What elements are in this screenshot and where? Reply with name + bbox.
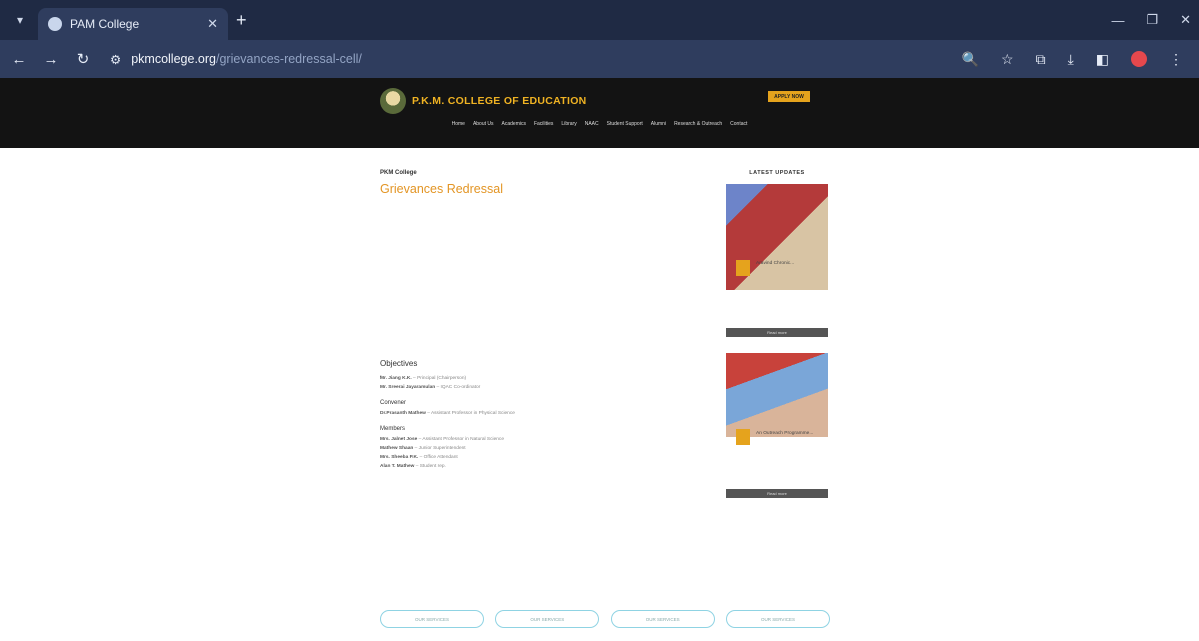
coordinator-role: IQAC Co-ordinator: [440, 385, 481, 390]
service-pill-button[interactable]: OUR SERVICES: [495, 610, 600, 628]
nav-facilities[interactable]: Facilities: [534, 121, 553, 127]
member-role: Office Attendant: [423, 455, 458, 460]
zoom-icon[interactable]: 🔍: [962, 51, 979, 68]
read-more-button[interactable]: Read more: [726, 328, 828, 337]
date-badge: [736, 260, 750, 276]
date-badge: [736, 429, 750, 445]
sidebar-title: LATEST UPDATES: [749, 170, 805, 176]
members-heading: Members: [380, 426, 406, 432]
forward-icon[interactable]: →: [42, 51, 60, 68]
page-body: PKM College Grievances Redressal Objecti…: [0, 148, 1199, 641]
update-card-excerpt: [726, 290, 828, 328]
coordinator-name: Mr. Sreerai Jayaramulan: [380, 385, 436, 390]
download-icon[interactable]: ⤓: [1068, 51, 1074, 68]
principal-name: Mr. Jiang K.K.: [380, 376, 412, 381]
close-window-icon[interactable]: ✕: [1180, 12, 1191, 28]
url-path: /grievances-redressal-cell/: [215, 52, 362, 66]
member-role: Student rep.: [419, 464, 446, 469]
update-card[interactable]: An Outreach Programme... Read more: [726, 353, 828, 498]
member-entry: Mrs. Sheeba P.K. – Office Attendant: [380, 455, 458, 460]
window-controls: — ❐ ✕: [1111, 0, 1191, 40]
favicon-icon: [48, 17, 62, 31]
service-pill-button[interactable]: OUR SERVICES: [725, 610, 830, 628]
nav-library[interactable]: Library: [561, 121, 576, 127]
url-host: pkmcollege.org: [131, 52, 216, 66]
main-content: PKM College Grievances Redressal Objecti…: [380, 170, 692, 471]
update-card[interactable]: Aravind Chronic... Read more: [726, 184, 828, 337]
member-name: Mathew Shaan: [380, 446, 414, 451]
member-entry: Mathew Shaan – Junior Superintendent: [380, 446, 466, 451]
member-role: Junior Superintendent: [418, 446, 466, 451]
nav-alumni[interactable]: Alumni: [651, 121, 666, 127]
browser-tab[interactable]: PAM College ✕: [38, 8, 228, 40]
page-title: Grievances Redressal: [380, 182, 503, 196]
nav-home[interactable]: Home: [452, 121, 465, 127]
member-name: Mrs. Jalnet Jose: [380, 437, 418, 442]
site-header: P.K.M. COLLEGE OF EDUCATION APPLY NOW Ho…: [0, 78, 1199, 148]
member-name: Alan T. Mathew: [380, 464, 415, 469]
sidebar-latest-updates: LATEST UPDATES Aravind Chronic... Read m…: [726, 170, 828, 498]
convener-entry: Dr.Prasanth Mathew – Assistant Professor…: [380, 411, 515, 416]
apply-now-button[interactable]: APPLY NOW: [768, 91, 810, 102]
convener-heading: Convener: [380, 400, 407, 406]
tab-search-icon[interactable]: ▾: [10, 10, 30, 30]
extensions-icon[interactable]: ⧉: [1036, 51, 1046, 68]
member-entry: Mrs. Jalnet Jose – Assistant Professor i…: [380, 437, 504, 442]
service-pill-button[interactable]: OUR SERVICES: [380, 610, 484, 628]
college-name[interactable]: P.K.M. COLLEGE OF EDUCATION: [412, 95, 587, 107]
profile-avatar[interactable]: [1131, 51, 1147, 67]
nav-contact[interactable]: Contact: [730, 121, 747, 127]
member-role: Assistant Professor in Natural Science: [422, 437, 504, 442]
member-entry: Alan T. Mathew – Student rep.: [380, 464, 446, 469]
update-card-title[interactable]: Aravind Chronic...: [756, 261, 820, 267]
nav-naac[interactable]: NAAC: [585, 121, 599, 127]
objectives-heading: Objectives: [380, 359, 418, 368]
menu-icon[interactable]: ⋮: [1169, 51, 1183, 68]
tab-title: PAM College: [70, 17, 140, 31]
nav-about[interactable]: About Us: [473, 121, 494, 127]
breadcrumb[interactable]: PKM College: [380, 170, 692, 176]
close-tab-icon[interactable]: ✕: [207, 16, 218, 32]
browser-tabbar: ▾ PAM College ✕ + — ❐ ✕: [0, 0, 1199, 40]
read-more-button[interactable]: Read more: [726, 489, 828, 498]
service-pill-button[interactable]: OUR SERVICES: [610, 610, 715, 628]
coordinator-entry: Mr. Sreerai Jayaramulan – IQAC Co-ordina…: [380, 385, 481, 390]
address-bar[interactable]: ⚙ pkmcollege.org/grievances-redressal-ce…: [106, 46, 948, 72]
principal-role: Principal (Chairperson): [417, 376, 467, 381]
side-panel-icon[interactable]: ◧: [1096, 51, 1109, 68]
new-tab-icon[interactable]: +: [236, 10, 247, 31]
toolbar-icons: 🔍 ☆ ⧉ ⤓ ◧ ⋮: [962, 51, 1189, 68]
bookmark-star-icon[interactable]: ☆: [1001, 51, 1014, 68]
nav-research[interactable]: Research & Outreach: [674, 121, 722, 127]
nav-academics[interactable]: Academics: [502, 121, 526, 127]
principal-entry: Mr. Jiang K.K. – Principal (Chairperson): [380, 376, 467, 381]
update-card-title[interactable]: An Outreach Programme...: [756, 431, 820, 437]
intro-paragraph: [380, 201, 692, 353]
reload-icon[interactable]: ↻: [74, 50, 92, 68]
minimize-icon[interactable]: —: [1111, 13, 1124, 28]
update-card-image[interactable]: [726, 353, 828, 437]
back-icon[interactable]: ←: [10, 51, 28, 68]
member-name: Mrs. Sheeba P.K.: [380, 455, 419, 460]
nav-student-support[interactable]: Student Support: [607, 121, 643, 127]
restore-icon[interactable]: ❐: [1146, 12, 1158, 28]
convener-role: Assistant Professor in Physical Science: [430, 411, 515, 416]
convener-name: Dr.Prasanth Mathew: [380, 411, 426, 416]
college-logo[interactable]: [380, 88, 406, 114]
services-buttons-row: OUR SERVICES OUR SERVICES OUR SERVICES O…: [380, 610, 830, 628]
site-nav: Home About Us Academics Facilities Libra…: [0, 121, 1199, 127]
browser-toolbar: ← → ↻ ⚙ pkmcollege.org/grievances-redres…: [0, 40, 1199, 78]
site-info-icon[interactable]: ⚙: [110, 52, 121, 67]
